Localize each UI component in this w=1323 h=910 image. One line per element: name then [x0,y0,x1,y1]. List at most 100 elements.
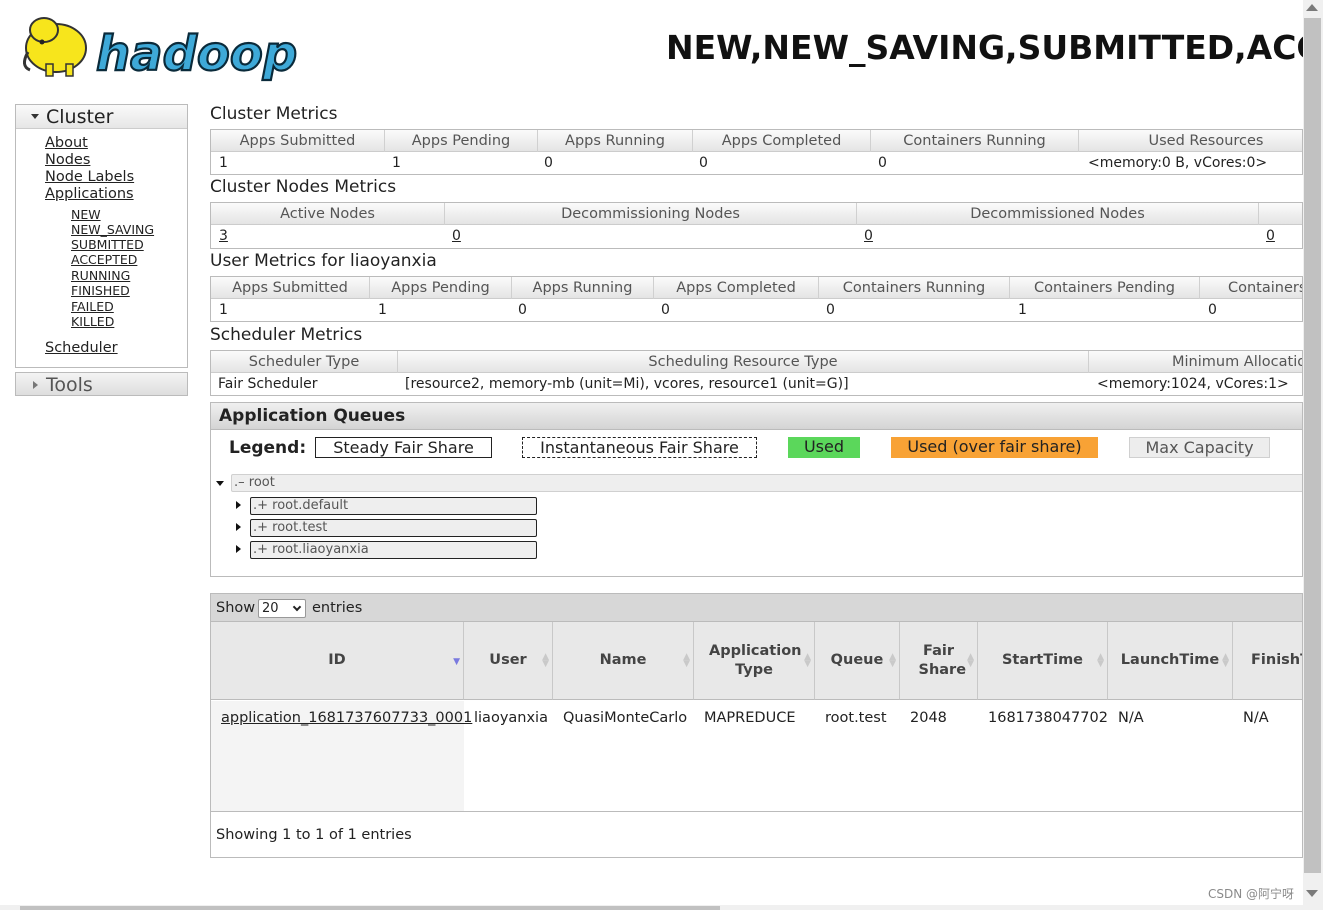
nav-app-new[interactable]: NEW [71,207,101,222]
column-header[interactable]: Apps Completed [693,130,871,152]
application-queues-title: Application Queues [219,406,406,426]
column-label: User [489,652,527,668]
column-header[interactable]: Containers Running [871,130,1079,152]
column-header[interactable]: Apps Pending [385,130,538,152]
column-header[interactable]: Apps Submitted [211,130,385,152]
metric-value: 1 [392,155,401,171]
cluster-metrics-title: Cluster Metrics [210,104,338,124]
metric-value: 0 [826,302,835,318]
table-toolbar: Show 20 entries [211,594,1302,622]
nav-link-about[interactable]: About [45,135,88,151]
cluster-metrics-table: Apps Submitted Apps Pending Apps Running… [210,129,1303,175]
sort-icon: ▲ ▼ [967,652,974,669]
column-header[interactable]: Apps Running [538,130,693,152]
vertical-scrollbar-thumb[interactable] [1304,18,1321,873]
collapse-queue-icon[interactable] [216,481,224,486]
column-header-name[interactable]: Name ▲ ▼ [553,622,694,700]
column-header[interactable]: Apps Pending [370,277,512,299]
nav-link-scheduler[interactable]: Scheduler [45,340,118,356]
decommissioned-nodes-link[interactable]: 0 [864,226,873,246]
column-header[interactable]: Containers Running [819,277,1010,299]
column-header[interactable]: Active Nodes [211,203,445,225]
nodes-link[interactable]: 0 [1266,226,1275,246]
column-header[interactable]: Minimum Allocation [1089,351,1302,373]
application-queues-header: Application Queues [211,403,1302,430]
expand-queue-icon[interactable] [236,545,241,553]
column-header[interactable]: Scheduling Resource Type [398,351,1089,373]
queue-root[interactable]: .– root [231,474,1302,492]
column-header[interactable] [1259,203,1302,225]
scroll-up-icon[interactable] [1306,4,1318,11]
column-header-fair-share[interactable]: Fair Share ▲ ▼ [900,622,978,700]
sort-icon: ▲ ▼ [804,652,811,669]
cell-fair-share: 2048 [910,710,947,726]
column-label: Fair Share [918,642,967,678]
legend-label: Legend: [229,438,307,458]
column-header-user[interactable]: User ▲ ▼ [464,622,553,700]
nav-cluster-panel: Cluster About Nodes Node Labels Applicat… [15,104,188,368]
nav-app-failed[interactable]: FAILED [71,299,114,314]
queue-root-test[interactable]: .+ root.test [250,519,537,537]
column-header[interactable]: Used Resources [1079,130,1302,152]
sort-icon: ▲ ▼ [889,652,896,669]
expand-queue-icon[interactable] [236,501,241,509]
column-header[interactable]: Apps Submitted [211,277,370,299]
nav-link-node-labels[interactable]: Node Labels [45,169,134,185]
column-header[interactable]: Containers [1200,277,1302,299]
queue-root-liaoyanxia[interactable]: .+ root.liaoyanxia [250,541,537,559]
column-label: FinishTime [1251,652,1302,668]
user-metrics-title: User Metrics for liaoyanxia [210,251,437,271]
table-header: Scheduler Type Scheduling Resource Type … [211,351,1302,373]
resource-type-value: [resource2, memory-mb (unit=Mi), vcores,… [405,376,849,392]
nav-app-submitted[interactable]: SUBMITTED [71,237,144,252]
cluster-nodes-metrics-title: Cluster Nodes Metrics [210,177,397,197]
column-label: Application Type [709,642,802,678]
decommissioning-nodes-link[interactable]: 0 [452,226,461,246]
nav-tools-header[interactable]: Tools [15,372,188,396]
expand-queue-icon[interactable] [236,523,241,531]
column-header[interactable]: Containers Pending [1010,277,1200,299]
scroll-down-icon[interactable] [1306,890,1318,897]
metric-value: 0 [878,155,887,171]
horizontal-scrollbar-thumb[interactable] [20,906,720,910]
sort-icon: ▲ ▼ [1097,652,1104,669]
column-header-finish-time[interactable]: FinishTime [1233,622,1302,700]
page-title: NEW,NEW_SAVING,SUBMITTED,ACCEPTED,RUNNIN… [666,28,1303,67]
queue-root-default[interactable]: .+ root.default [250,497,537,515]
legend-instantaneous-fair-share: Instantaneous Fair Share [522,437,757,458]
cell-finish-time: N/A [1243,710,1269,726]
entries-per-page-select[interactable]: 20 [258,599,306,618]
cell-user: liaoyanxia [474,710,548,726]
column-header[interactable]: Decommissioned Nodes [857,203,1259,225]
nav-cluster-header[interactable]: Cluster [16,105,187,129]
metric-value: <memory:0 B, vCores:0> [1088,155,1268,171]
column-header-id[interactable]: ID ▼ [211,622,464,700]
nav-app-killed[interactable]: KILLED [71,314,114,329]
legend-used-over-fair-share: Used (over fair share) [891,437,1098,458]
column-header-application-type[interactable]: Application Type ▲ ▼ [694,622,815,700]
nav-app-finished[interactable]: FINISHED [71,283,130,298]
column-header-launch-time[interactable]: LaunchTime ▲ ▼ [1108,622,1233,700]
application-id-link[interactable]: application_1681737607733_0001 [221,710,472,726]
nav-app-running[interactable]: RUNNING [71,268,130,283]
column-header[interactable]: Decommissioning Nodes [445,203,857,225]
nav-link-applications[interactable]: Applications [45,186,134,202]
application-queues-panel: Application Queues Legend: Steady Fair S… [210,402,1303,577]
column-header[interactable]: Apps Running [512,277,654,299]
show-label: Show [216,600,256,616]
divider [211,811,1302,812]
column-header[interactable]: Apps Completed [654,277,819,299]
cell-name: QuasiMonteCarlo [563,710,688,726]
expand-icon [33,381,38,389]
table-info: Showing 1 to 1 of 1 entries [216,827,412,843]
column-header-start-time[interactable]: StartTime ▲ ▼ [978,622,1108,700]
nav-app-new-saving[interactable]: NEW_SAVING [71,222,154,237]
cell-start-time: 1681738047702 [988,710,1108,726]
metric-value: 1 [1018,302,1027,318]
active-nodes-link[interactable]: 3 [219,226,228,246]
column-header-queue[interactable]: Queue ▲ ▼ [815,622,900,700]
nav-app-accepted[interactable]: ACCEPTED [71,252,137,267]
legend-max-capacity: Max Capacity [1129,437,1270,458]
column-header[interactable]: Scheduler Type [211,351,398,373]
nav-link-nodes[interactable]: Nodes [45,152,90,168]
